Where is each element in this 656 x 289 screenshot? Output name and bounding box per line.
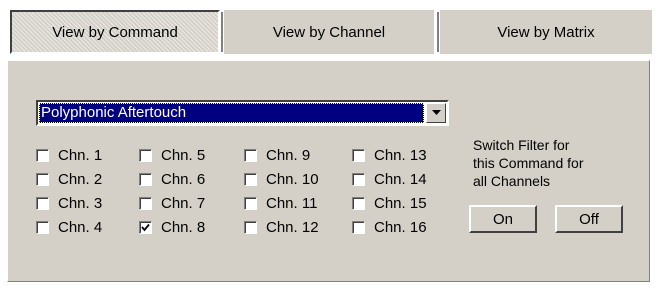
switch-filter-description: Switch Filter for this Command for all C… [473, 136, 643, 190]
channel-checkbox[interactable] [352, 149, 365, 162]
channel-label: Chn. 8 [161, 219, 206, 236]
channel-checkbox-row[interactable]: Chn. 12 [244, 219, 319, 236]
channel-label: Chn. 9 [266, 147, 311, 164]
switch-filter-line: Switch Filter for [473, 137, 570, 153]
channel-label: Chn. 11 [266, 195, 318, 212]
channel-checkbox-row[interactable]: Chn. 9 [244, 147, 310, 164]
channel-label: Chn. 10 [266, 171, 319, 188]
channel-checkbox[interactable] [244, 149, 257, 162]
channel-checkbox[interactable] [36, 173, 49, 186]
command-select[interactable]: Polyphonic Aftertouch [36, 100, 449, 126]
on-button-label: On [492, 210, 513, 228]
channel-label: Chn. 5 [161, 147, 206, 164]
tab-label: View by Channel [272, 23, 386, 41]
channel-label: Chn. 15 [374, 195, 427, 212]
channel-checkbox[interactable] [139, 221, 152, 234]
channel-label: Chn. 12 [266, 219, 319, 236]
channel-label: Chn. 4 [58, 219, 103, 236]
channel-checkbox[interactable] [36, 197, 49, 210]
channel-checkbox-row[interactable]: Chn. 3 [36, 195, 102, 212]
channel-checkbox-row[interactable]: Chn. 13 [352, 147, 427, 164]
channel-label: Chn. 14 [374, 171, 427, 188]
channel-checkbox-row[interactable]: Chn. 2 [36, 171, 102, 188]
channel-checkbox-row[interactable]: Chn. 15 [352, 195, 427, 212]
command-select-value: Polyphonic Aftertouch [39, 103, 424, 123]
tab-view-by-command[interactable]: View by Command [10, 10, 220, 54]
channel-checkbox[interactable] [244, 221, 257, 234]
filter-panel: Polyphonic Aftertouch Chn. 1 Chn. 2 Chn. 3… [7, 60, 650, 282]
channel-label: Chn. 3 [58, 195, 103, 212]
tab-view-by-matrix[interactable]: View by Matrix [440, 10, 652, 54]
channel-checkbox[interactable] [352, 197, 365, 210]
switch-filter-line: this Command for [473, 155, 584, 171]
channel-checkbox[interactable] [352, 221, 365, 234]
channel-checkbox-row[interactable]: Chn. 11 [244, 195, 317, 212]
off-button-label: Off [579, 210, 599, 228]
channel-checkbox-row[interactable]: Chn. 16 [352, 219, 427, 236]
channel-checkbox[interactable] [36, 221, 49, 234]
channel-checkbox[interactable] [139, 197, 152, 210]
dropdown-button[interactable] [426, 103, 446, 123]
channel-checkbox[interactable] [244, 173, 257, 186]
channel-checkbox-row[interactable]: Chn. 8 [139, 219, 205, 236]
tab-bar: View by Command View by Channel View by … [0, 0, 656, 60]
channel-checkbox[interactable] [244, 197, 257, 210]
channel-checkbox[interactable] [352, 173, 365, 186]
channel-label: Chn. 1 [58, 147, 103, 164]
tab-label: View by Matrix [497, 23, 595, 41]
tab-label: View by Command [52, 23, 178, 41]
chevron-down-icon [431, 110, 441, 115]
switch-filter-line: all Channels [473, 173, 551, 189]
tab-view-by-channel[interactable]: View by Channel [224, 10, 434, 54]
channel-checkbox[interactable] [139, 149, 152, 162]
channel-checkbox-row[interactable]: Chn. 10 [244, 171, 319, 188]
channel-label: Chn. 6 [161, 171, 206, 188]
channel-checkbox-row[interactable]: Chn. 5 [139, 147, 205, 164]
channel-label: Chn. 13 [374, 147, 427, 164]
channel-checkbox-row[interactable]: Chn. 6 [139, 171, 205, 188]
channel-label: Chn. 7 [161, 195, 206, 212]
channel-checkbox-row[interactable]: Chn. 1 [36, 147, 102, 164]
checkmark-icon [141, 223, 150, 232]
channel-label: Chn. 2 [58, 171, 103, 188]
channel-checkbox-row[interactable]: Chn. 14 [352, 171, 427, 188]
channel-label: Chn. 16 [374, 219, 427, 236]
channel-checkbox-row[interactable]: Chn. 7 [139, 195, 205, 212]
channel-checkbox[interactable] [139, 173, 152, 186]
off-button[interactable]: Off [555, 205, 623, 233]
on-button[interactable]: On [469, 205, 537, 233]
channel-checkbox[interactable] [36, 149, 49, 162]
channel-checkbox-row[interactable]: Chn. 4 [36, 219, 102, 236]
